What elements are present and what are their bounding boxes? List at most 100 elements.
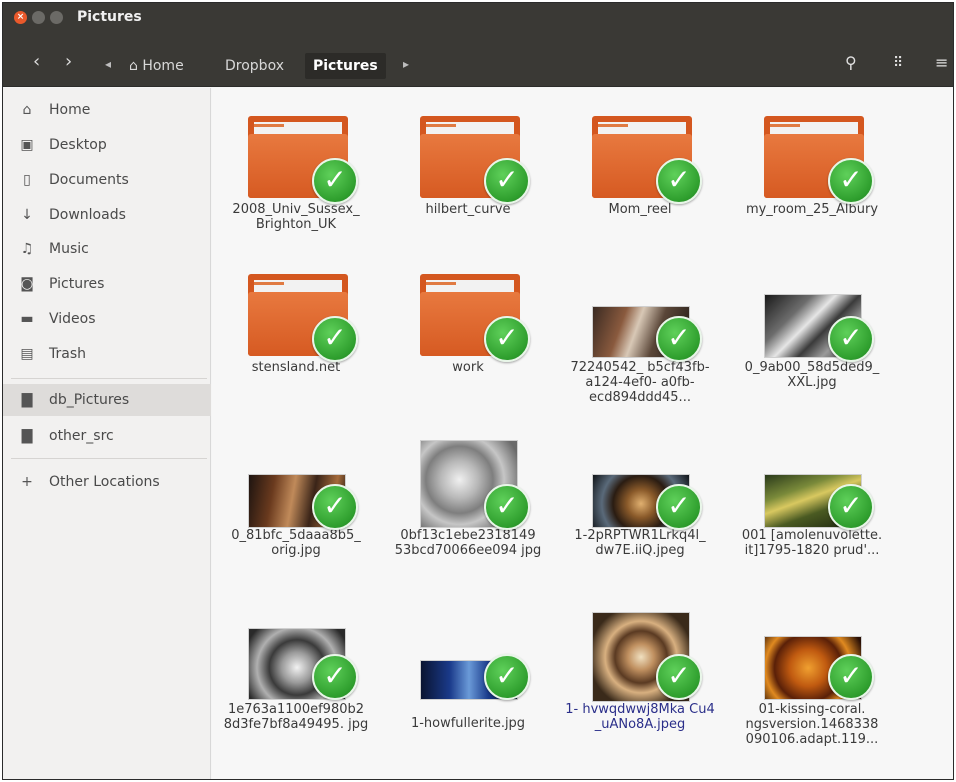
sidebar-item-pictures[interactable]: ◙ Pictures	[3, 268, 211, 300]
home-icon: ⌂	[22, 102, 32, 118]
file-name: stensland.net	[251, 360, 341, 375]
window-title: Pictures	[77, 9, 142, 25]
sidebar-item-other-src[interactable]: ▇ other_src	[3, 420, 211, 452]
file-item-folder[interactable]: ✓ work	[388, 256, 548, 375]
folder-thumbnail: ✓	[388, 256, 548, 362]
sidebar-divider	[11, 378, 207, 379]
synced-check-icon: ✓	[656, 484, 702, 530]
sidebar-item-home[interactable]: ⌂ Home	[3, 94, 211, 126]
synced-check-icon: ✓	[312, 158, 358, 204]
file-name: 1- hvwqdwwj8Mka Cu4 _uANo8A.jpeg	[565, 702, 715, 732]
sidebar-item-label: Desktop	[49, 137, 107, 153]
file-item-image[interactable]: ✓ 1e763a1100ef980b2 8d3fe7bf8a49495. jpg	[216, 598, 376, 732]
sidebar-item-label: Pictures	[49, 276, 105, 292]
file-item-folder[interactable]: ✓ Mom_reel	[560, 98, 720, 217]
sidebar-item-label: Music	[49, 241, 89, 257]
file-item-image[interactable]: ✓ 72240542_ b5cf43fb-a124-4ef0- a0fb-ecd…	[560, 256, 720, 405]
folder-thumbnail: ✓	[732, 98, 892, 204]
file-item-image[interactable]: ✓ 0_81bfc_5daaa8b5_ orig.jpg	[216, 424, 376, 558]
folder-icon: ▇	[21, 428, 33, 444]
synced-check-icon: ✓	[484, 654, 530, 700]
file-name: 0_81bfc_5daaa8b5_ orig.jpg	[231, 528, 361, 558]
sidebar-item-label: db_Pictures	[49, 392, 130, 408]
folder-thumbnail: ✓	[216, 256, 376, 362]
breadcrumb-scroll-left-icon[interactable]: ◂	[105, 57, 111, 71]
file-item-image[interactable]: ✓ 0_9ab00_58d5ded9_ XXL.jpg	[732, 256, 892, 390]
title-bar: × Pictures	[3, 3, 953, 31]
image-thumbnail: ✓	[216, 598, 376, 700]
file-name: 0_9ab00_58d5ded9_ XXL.jpg	[744, 360, 880, 390]
maximize-window-icon[interactable]	[50, 10, 63, 24]
sidebar-divider	[11, 458, 207, 459]
file-item-image[interactable]: ✓ 01-kissing-coral. ngsversion.1468338 0…	[732, 598, 892, 747]
breadcrumb-dropbox[interactable]: Dropbox	[217, 53, 292, 79]
search-icon[interactable]: ⚲	[845, 53, 857, 72]
file-name: 001 [amolenuvolette. it]1795-1820 prud'.…	[741, 528, 883, 558]
menu-icon[interactable]: ≡	[935, 53, 948, 72]
image-thumbnail: ✓	[216, 424, 376, 530]
plus-icon: +	[21, 474, 33, 490]
close-window-icon[interactable]: ×	[14, 10, 27, 24]
synced-check-icon: ✓	[828, 654, 874, 700]
synced-check-icon: ✓	[312, 654, 358, 700]
forward-button[interactable]: ›	[65, 53, 72, 71]
minimize-window-icon[interactable]	[32, 10, 45, 24]
sidebar-item-videos[interactable]: ▬ Videos	[3, 303, 211, 335]
sidebar-item-label: Trash	[49, 346, 86, 362]
file-item-image[interactable]: ✓ 001 [amolenuvolette. it]1795-1820 prud…	[732, 424, 892, 558]
folder-thumbnail: ✓	[560, 98, 720, 204]
music-icon: ♫	[20, 241, 34, 257]
pictures-icon: ◙	[20, 276, 34, 292]
image-thumbnail: ✓	[560, 598, 720, 702]
grid-view-icon[interactable]: ⠿	[893, 55, 903, 71]
back-button[interactable]: ‹	[33, 53, 40, 71]
sidebar-item-music[interactable]: ♫ Music	[3, 233, 211, 265]
file-item-folder[interactable]: ✓ stensland.net	[216, 256, 376, 375]
sidebar-item-trash[interactable]: ▤ Trash	[3, 338, 211, 370]
file-item-image[interactable]: ✓ 1-2pRPTWR1Lrkq4l_ dw7E.iiQ.jpeg	[560, 424, 720, 558]
sidebar-item-label: other_src	[49, 428, 114, 444]
synced-check-icon: ✓	[656, 654, 702, 700]
image-thumbnail: ✓	[560, 424, 720, 530]
sidebar-item-desktop[interactable]: ▣ Desktop	[3, 129, 211, 161]
documents-icon: ▯	[23, 172, 31, 188]
sidebar-item-label: Videos	[49, 311, 96, 327]
file-name: 0bf13c1ebe2318149 53bcd70066ee094 jpg	[394, 528, 542, 558]
sidebar-item-label: Downloads	[49, 207, 126, 223]
breadcrumb-pictures[interactable]: Pictures	[305, 53, 386, 79]
image-thumbnail: ✓	[732, 424, 892, 530]
home-icon: ⌂	[129, 58, 138, 74]
synced-check-icon: ✓	[312, 316, 358, 362]
file-name: hilbert_curve	[425, 202, 511, 217]
synced-check-icon: ✓	[828, 316, 874, 362]
file-item-folder[interactable]: ✓ my_room_25_Albury	[732, 98, 892, 217]
folder-thumbnail: ✓	[388, 98, 548, 204]
synced-check-icon: ✓	[484, 484, 530, 530]
file-item-folder[interactable]: ✓ hilbert_curve	[388, 98, 548, 217]
sidebar-item-label: Other Locations	[49, 474, 160, 490]
sidebar: ⌂ Home ▣ Desktop ▯ Documents ↓ Downloads…	[3, 88, 211, 779]
file-name: 72240542_ b5cf43fb-a124-4ef0- a0fb-ecd89…	[570, 360, 710, 405]
file-item-folder[interactable]: ✓ 2008_Univ_Sussex_ Brighton_UK	[216, 98, 376, 232]
breadcrumb-home[interactable]: ⌂ Home	[121, 53, 192, 79]
file-item-image[interactable]: ✓ 0bf13c1ebe2318149 53bcd70066ee094 jpg	[388, 424, 548, 558]
file-manager-window: × Pictures ‹ › ◂ ⌂ Home Dropbox Pictures…	[2, 2, 954, 780]
sidebar-item-db-pictures[interactable]: ▇ db_Pictures	[3, 384, 211, 416]
synced-check-icon: ✓	[656, 158, 702, 204]
file-item-image[interactable]: ✓ 1-howfullerite.jpg	[388, 598, 548, 731]
breadcrumb-home-label: Home	[142, 58, 184, 74]
file-item-image[interactable]: ✓ 1- hvwqdwwj8Mka Cu4 _uANo8A.jpeg	[560, 598, 720, 732]
image-thumbnail: ✓	[388, 598, 548, 700]
file-name: Mom_reel	[608, 202, 672, 217]
breadcrumb-scroll-right-icon[interactable]: ▸	[403, 57, 409, 71]
sidebar-item-downloads[interactable]: ↓ Downloads	[3, 199, 211, 231]
sidebar-item-documents[interactable]: ▯ Documents	[3, 164, 211, 196]
synced-check-icon: ✓	[828, 484, 874, 530]
file-name: 2008_Univ_Sussex_ Brighton_UK	[232, 202, 360, 232]
trash-icon: ▤	[20, 346, 34, 362]
file-name: 1-2pRPTWR1Lrkq4l_ dw7E.iiQ.jpeg	[574, 528, 706, 558]
synced-check-icon: ✓	[828, 158, 874, 204]
sidebar-item-other-locations[interactable]: + Other Locations	[3, 466, 211, 498]
downloads-icon: ↓	[21, 207, 33, 223]
sidebar-item-label: Home	[49, 102, 91, 118]
